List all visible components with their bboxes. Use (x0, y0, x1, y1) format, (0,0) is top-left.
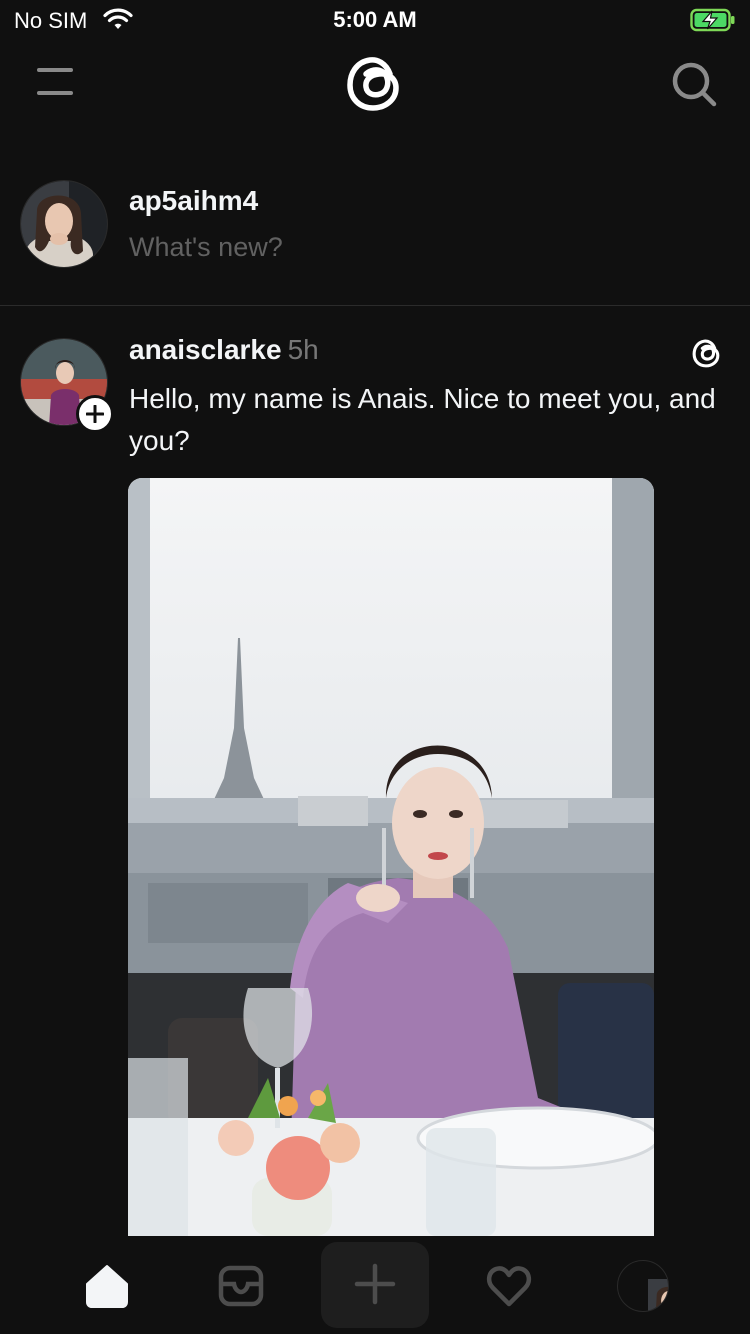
follow-plus-button[interactable] (76, 395, 114, 433)
search-icon[interactable] (668, 58, 720, 110)
tab-home[interactable] (53, 1244, 161, 1330)
battery-charging-icon (690, 8, 735, 32)
plus-icon (354, 1263, 396, 1305)
status-time: 5:00 AM (333, 7, 417, 32)
composer-username: ap5aihm4 (129, 185, 259, 216)
home-icon (86, 1265, 128, 1308)
messages-icon (218, 1265, 264, 1307)
heart-icon (486, 1266, 532, 1307)
threads-logo-icon[interactable] (690, 336, 724, 370)
tab-activity[interactable] (455, 1244, 563, 1330)
tab-messages[interactable] (187, 1244, 295, 1330)
post-photo[interactable] (128, 478, 654, 1236)
app-header (0, 42, 750, 134)
status-bar: No SIM 5:00 AM (0, 0, 750, 42)
bottom-tab-bar (0, 1236, 750, 1334)
tab-profile[interactable] (589, 1244, 697, 1330)
menu-icon[interactable] (32, 64, 78, 100)
tab-create[interactable] (321, 1242, 429, 1328)
composer-avatar (20, 180, 108, 268)
new-thread-composer[interactable]: ap5aihm4 What's new? (0, 165, 750, 305)
post-body-text: Hello, my name is Anais. Nice to meet yo… (129, 383, 716, 456)
thread-post[interactable]: anaisclarke 5h Hello, my name is Anais. N… (0, 306, 750, 1236)
post-username[interactable]: anaisclarke (129, 334, 282, 365)
post-timestamp: 5h (287, 334, 319, 365)
post-header: anaisclarke 5h (129, 334, 319, 366)
composer-input-placeholder[interactable]: What's new? (129, 232, 283, 263)
threads-logo-icon[interactable] (342, 50, 408, 116)
profile-avatar (617, 1260, 669, 1312)
plus-icon (86, 405, 104, 423)
